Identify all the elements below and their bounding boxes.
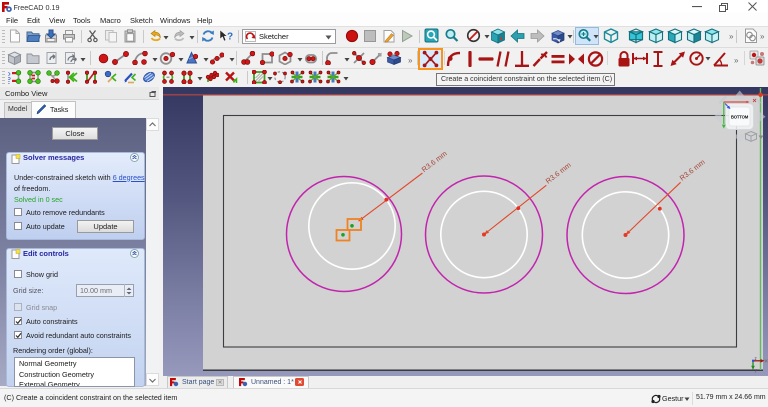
svg-text:F: F — [8, 81, 10, 85]
svg-text:?: ? — [227, 32, 233, 43]
svg-text:BOTTOM: BOTTOM — [731, 115, 749, 120]
